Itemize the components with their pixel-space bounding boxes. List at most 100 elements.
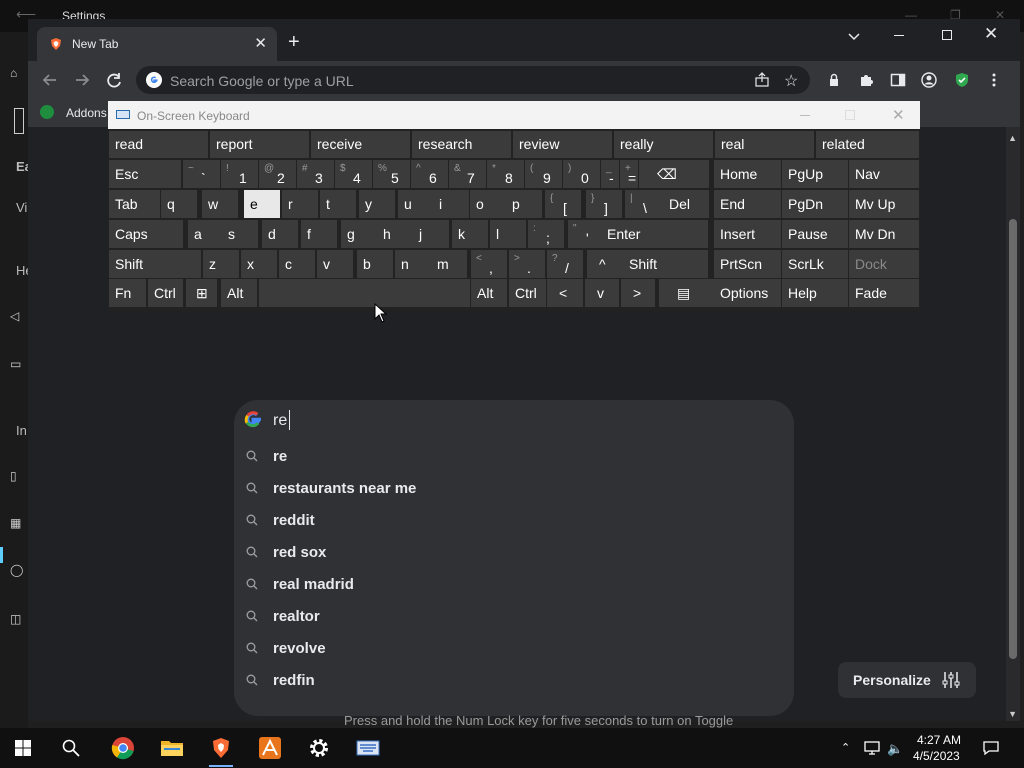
key-p[interactable]: p [506,190,542,218]
key[interactable]: ? / [547,250,583,278]
home-icon[interactable]: ⌂ [10,66,26,82]
network-icon[interactable] [864,741,880,755]
bookmark-star-icon[interactable]: ☆ [784,71,798,91]
brave-browser-icon[interactable] [209,736,233,760]
clock-time[interactable]: 4:27 AM [917,733,961,747]
new-tab-button[interactable]: + [288,32,300,52]
close-icon[interactable]: ✕ [892,106,905,124]
key-3[interactable]: #3 [297,160,334,188]
windows-start-icon[interactable] [15,740,31,756]
notifications-icon[interactable] [983,740,999,756]
arrow-up-key[interactable]: ^ [587,250,623,278]
tab-new-tab[interactable]: New Tab ✕ [37,27,277,61]
key-i[interactable]: i [433,190,469,218]
key-n[interactable]: n [395,250,431,278]
key[interactable]: " ' [568,220,604,248]
key[interactable]: <, [471,250,507,278]
key-enter[interactable]: Enter [601,220,708,248]
key-z[interactable]: z [203,250,239,278]
key-mv-dn[interactable]: Mv Dn [849,220,919,248]
key-fade[interactable]: Fade [849,279,919,307]
key-x[interactable]: x [241,250,277,278]
backspace-key[interactable]: ⌫ [639,160,709,188]
forward-arrow-icon[interactable] [72,70,92,90]
menu-key[interactable]: ▤ [659,279,715,307]
eye-control-icon[interactable]: ◫ [10,612,26,628]
key-l[interactable]: l [490,220,526,248]
suggestion-item[interactable]: real madrid [234,569,794,601]
key-5[interactable]: % 5 [373,160,410,188]
key[interactable]: {[ [545,190,581,218]
key-o[interactable]: o [470,190,506,218]
key-pgup[interactable]: PgUp [782,160,848,188]
sidebar-box-icon[interactable] [14,108,24,134]
close-tab-icon[interactable]: ✕ [254,34,267,52]
search-box[interactable]: re re restaurants near me reddit red sox… [234,400,794,716]
key[interactable]: ~ ` [183,160,220,188]
more-menu-icon[interactable] [986,72,1002,88]
suggestion-item[interactable]: realtor [234,601,794,633]
windows-key[interactable]: ⊞ [186,279,217,307]
key-fn[interactable]: Fn [109,279,146,307]
bookmark-addons[interactable]: Addons [66,106,107,120]
shield-check-icon[interactable] [954,72,970,88]
key-shift[interactable]: Shift [623,250,708,278]
key-dock[interactable]: Dock [849,250,919,278]
on-screen-keyboard-icon[interactable] [356,736,380,760]
chevron-up-icon[interactable]: ⌃ [841,741,850,754]
suggestion-item[interactable]: revolve [234,633,794,665]
key-y[interactable]: y [359,190,395,218]
key-k[interactable]: k [452,220,488,248]
address-bar[interactable]: Search Google or type a URL ☆ [136,66,810,94]
arrow-left-key[interactable]: < [547,279,583,307]
scroll-up-icon[interactable]: ▲ [1008,133,1017,143]
key[interactable]: >. [509,250,545,278]
key-e[interactable]: e [244,190,280,218]
share-icon[interactable] [754,72,770,88]
key-pgdn[interactable]: PgDn [782,190,848,218]
osk-titlebar[interactable]: On-Screen Keyboard ✕ [108,101,920,129]
key-c[interactable]: c [279,250,315,278]
key-end[interactable]: End [714,190,781,218]
volume-icon[interactable]: 🔈 [887,741,903,757]
key-shift[interactable]: Shift [109,250,201,278]
search-query-text[interactable]: re [273,412,287,430]
minimize-icon[interactable] [800,115,810,116]
key[interactable]: }] [586,190,622,218]
chevron-down-icon[interactable] [846,28,862,44]
prediction-key[interactable]: review [513,131,612,158]
key-d[interactable]: d [262,220,298,248]
key[interactable]: _ - [601,160,619,188]
key-f[interactable]: f [301,220,337,248]
suggestion-item[interactable]: red sox [234,537,794,569]
prediction-key[interactable]: really [614,131,713,158]
key-help[interactable]: Help [782,279,848,307]
key-v[interactable]: v [317,250,353,278]
maximize-icon[interactable] [942,30,952,40]
key-alt[interactable]: Alt [471,279,507,307]
key[interactable]: | \ [625,190,663,218]
suggestion-item[interactable]: redfin [234,665,794,697]
prediction-key[interactable]: receive [311,131,410,158]
key-0[interactable]: ) 0 [563,160,600,188]
key-6[interactable]: ^ 6 [411,160,448,188]
key-t[interactable]: t [320,190,356,218]
key-9[interactable]: (9 [525,160,562,188]
key-b[interactable]: b [357,250,393,278]
key-pause[interactable]: Pause [782,220,848,248]
scroll-down-icon[interactable]: ▼ [1008,709,1017,719]
scrollbar[interactable]: ▲ ▼ [1006,127,1020,721]
key-tab[interactable]: Tab [109,190,160,218]
key-8[interactable]: * 8 [487,160,524,188]
key-j[interactable]: j [413,220,449,248]
side-panel-icon[interactable] [890,72,906,88]
prediction-key[interactable]: related [816,131,919,158]
personalize-button[interactable]: Personalize [838,662,976,698]
key-r[interactable]: r [282,190,318,218]
close-icon[interactable]: ✕ [984,24,998,44]
key-m[interactable]: m [431,250,467,278]
key-2[interactable]: @2 [259,160,296,188]
key-options[interactable]: Options [714,279,781,307]
keyboard-icon[interactable]: ▦ [10,516,26,532]
prediction-key[interactable]: report [210,131,309,158]
